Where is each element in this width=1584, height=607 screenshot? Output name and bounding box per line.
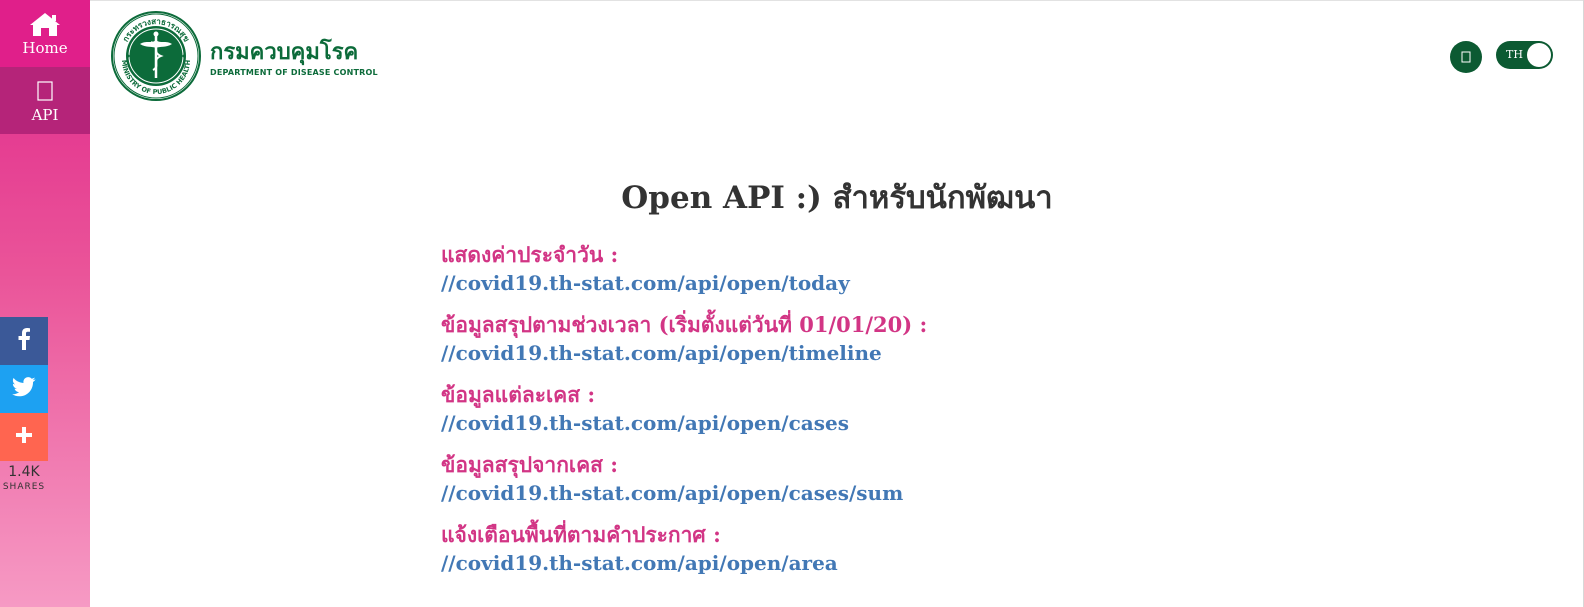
- settings-button[interactable]: [1450, 41, 1482, 73]
- endpoint-link[interactable]: //covid19.th-stat.com/api/open/today: [441, 269, 927, 297]
- top-border: [90, 0, 1584, 1]
- facebook-icon: [17, 328, 31, 354]
- department-name-english: DEPARTMENT OF DISEASE CONTROL: [210, 67, 378, 77]
- endpoint-label: แสดงค่าประจำวัน :: [441, 242, 619, 267]
- api-endpoint-today: แสดงค่าประจำวัน : //covid19.th-stat.com/…: [441, 241, 927, 311]
- endpoint-link[interactable]: //covid19.th-stat.com/api/open/cases/sum: [441, 479, 927, 507]
- plus-icon: [15, 426, 33, 448]
- facebook-share-button[interactable]: [0, 317, 48, 365]
- endpoint-link[interactable]: //covid19.th-stat.com/api/open/timeline: [441, 339, 927, 367]
- endpoint-label: ข้อมูลสรุปตามช่วงเวลา (เริ่มตั้งแต่วันที…: [441, 312, 928, 337]
- department-name-thai: กรมควบคุมโรค: [210, 39, 359, 65]
- sidebar: Home API: [0, 0, 90, 607]
- share-count: 1.4K: [8, 464, 40, 480]
- sidebar-item-label: API: [31, 105, 59, 124]
- logo-text: กรมควบคุมโรค DEPARTMENT OF DISEASE CONTR…: [210, 40, 378, 77]
- department-logo[interactable]: กระทรวงสาธารณสุข MINISTRY OF PUBLIC HEAL…: [110, 10, 378, 106]
- endpoint-label: ข้อมูลแต่ละเคส :: [441, 382, 596, 407]
- api-endpoint-cases-sum: ข้อมูลสรุปจากเคส : //covid19.th-stat.com…: [441, 451, 927, 521]
- code-icon: [37, 78, 53, 104]
- endpoint-label: แจ้งเตือนพื้นที่ตามคำประกาศ :: [441, 522, 721, 547]
- ministry-seal: กระทรวงสาธารณสุข MINISTRY OF PUBLIC HEAL…: [110, 10, 202, 106]
- language-toggle[interactable]: TH: [1496, 41, 1553, 69]
- more-share-button[interactable]: [0, 413, 48, 461]
- sidebar-item-api[interactable]: API: [0, 67, 90, 134]
- twitter-share-button[interactable]: [0, 365, 48, 413]
- page-title: Open API :) สำหรับนักพัฒนา: [621, 180, 1053, 216]
- twitter-icon: [11, 377, 36, 401]
- api-endpoint-cases: ข้อมูลแต่ละเคส : //covid19.th-stat.com/a…: [441, 381, 927, 451]
- share-bar: 1.4K SHARES: [0, 317, 48, 492]
- endpoint-label: ข้อมูลสรุปจากเคส :: [441, 452, 619, 477]
- api-endpoint-timeline: ข้อมูลสรุปตามช่วงเวลา (เริ่มตั้งแต่วันที…: [441, 311, 927, 381]
- endpoint-link[interactable]: //covid19.th-stat.com/api/open/cases: [441, 409, 927, 437]
- api-endpoint-area: แจ้งเตือนพื้นที่ตามคำประกาศ : //covid19.…: [441, 521, 927, 591]
- sidebar-item-label: Home: [22, 38, 68, 57]
- share-label: SHARES: [2, 482, 46, 492]
- sidebar-item-home[interactable]: Home: [0, 0, 90, 67]
- home-icon: [28, 11, 62, 37]
- toggle-knob: [1527, 43, 1551, 67]
- square-icon: [1461, 48, 1471, 67]
- api-endpoint-list: แสดงค่าประจำวัน : //covid19.th-stat.com/…: [441, 241, 927, 591]
- endpoint-link[interactable]: //covid19.th-stat.com/api/open/area: [441, 549, 927, 577]
- language-label: TH: [1506, 48, 1523, 61]
